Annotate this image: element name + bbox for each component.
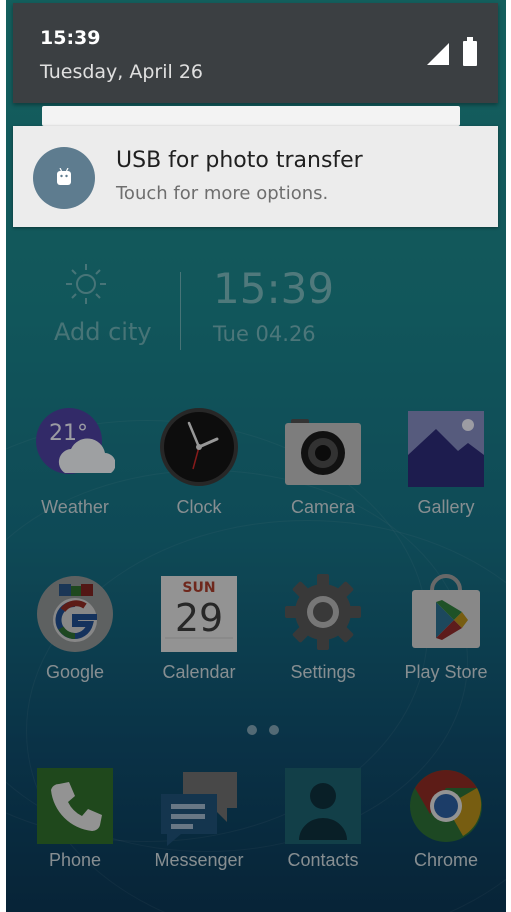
notification-shade-header[interactable]: 15:39 Tuesday, April 26 xyxy=(13,3,498,103)
notification-title: USB for photo transfer xyxy=(116,148,363,173)
notification-avatar xyxy=(33,147,95,209)
notification-subtitle: Touch for more options. xyxy=(116,183,329,204)
shade-time: 15:39 xyxy=(40,27,101,49)
android-icon xyxy=(57,168,71,185)
usb-notification[interactable]: USB for photo transfer Touch for more op… xyxy=(13,126,498,227)
shade-date[interactable]: Tuesday, April 26 xyxy=(40,61,203,83)
signal-icon xyxy=(427,43,449,65)
search-bar xyxy=(42,106,460,126)
battery-icon xyxy=(463,37,477,66)
